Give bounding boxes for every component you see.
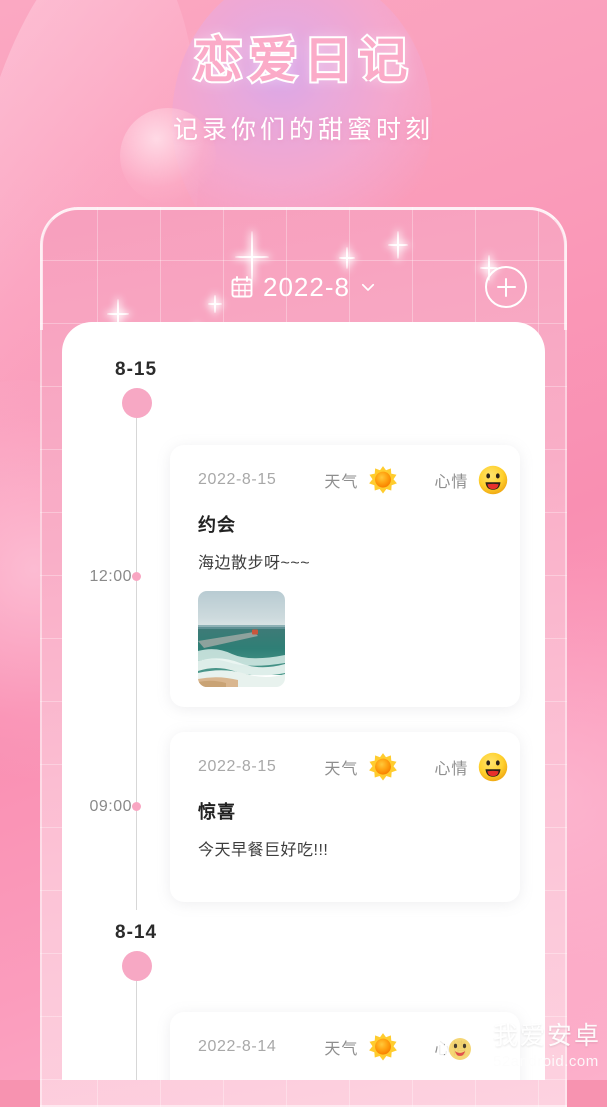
diary-entry-card[interactable]: 2022-8-15 天气 心情: [170, 445, 520, 707]
sun-icon: [368, 1032, 398, 1062]
day-header-label: 8-14: [115, 922, 158, 943]
app-title: 恋爱日记: [191, 33, 414, 89]
day-node: [122, 951, 152, 981]
grinning-face-icon: [478, 752, 508, 782]
entry-date: 2022-8-15: [198, 758, 277, 775]
entry-time-label: 09:00: [89, 798, 132, 815]
hero-section: 恋爱日记 记录你们的甜蜜时刻: [0, 33, 607, 146]
sun-icon: [368, 752, 398, 782]
app-subtitle: 记录你们的甜蜜时刻: [172, 115, 434, 144]
grinning-face-icon: [478, 465, 508, 495]
sparkle-icon: [388, 231, 408, 259]
beach-pier-photo[interactable]: [198, 591, 285, 687]
month-label: 2022-8: [263, 271, 350, 302]
timeline-line: [136, 981, 137, 1080]
watermark-domain: 52android.com: [492, 1052, 599, 1070]
weather-label: 天气: [324, 761, 359, 778]
day-header-label: 8-15: [115, 359, 158, 380]
chevron-down-icon: [359, 278, 377, 296]
plus-icon: [504, 277, 508, 297]
diary-entry-card[interactable]: 2022-8-15 天气 心情: [170, 732, 520, 902]
add-entry-button[interactable]: [485, 266, 527, 308]
watermark-text: 我爱安卓 52android.com: [492, 1021, 601, 1070]
entry-meta-row: 2022-8-15 天气 心情: [170, 732, 520, 782]
site-watermark: 我爱安卓 52android.com: [433, 1020, 601, 1072]
timeline-tick: [132, 802, 141, 811]
weather-label: 天气: [324, 1041, 359, 1058]
day-node: [122, 388, 152, 418]
watermark-name: 我爱安卓: [492, 1021, 601, 1050]
diary-timeline-sheet[interactable]: 8-15 12:00 09:00 2022-8-15 天气 心情 约会 海边散步…: [62, 322, 545, 1080]
entry-date: 2022-8-15: [198, 471, 277, 488]
month-picker[interactable]: 2022-8: [230, 272, 377, 303]
entry-title: 惊喜: [198, 802, 236, 822]
weather-label: 天气: [324, 474, 359, 491]
app-header: 2022-8: [40, 259, 567, 315]
timeline-tick: [132, 572, 141, 581]
entry-body: 今天早餐巨好吃!!!: [198, 842, 329, 859]
entry-title: 约会: [198, 515, 236, 535]
entry-body: 海边散步呀~~~: [198, 555, 311, 572]
android-mascot-icon: [433, 1020, 485, 1072]
mood-label: 心情: [434, 761, 469, 778]
entry-date: 2022-8-14: [198, 1038, 277, 1055]
calendar-icon: [230, 275, 254, 299]
timeline-line: [136, 418, 137, 910]
entry-meta-row: 2022-8-15 天气 心情: [170, 445, 520, 495]
mood-label: 心情: [434, 474, 469, 491]
entry-time-label: 12:00: [89, 568, 132, 585]
sun-icon: [368, 465, 398, 495]
